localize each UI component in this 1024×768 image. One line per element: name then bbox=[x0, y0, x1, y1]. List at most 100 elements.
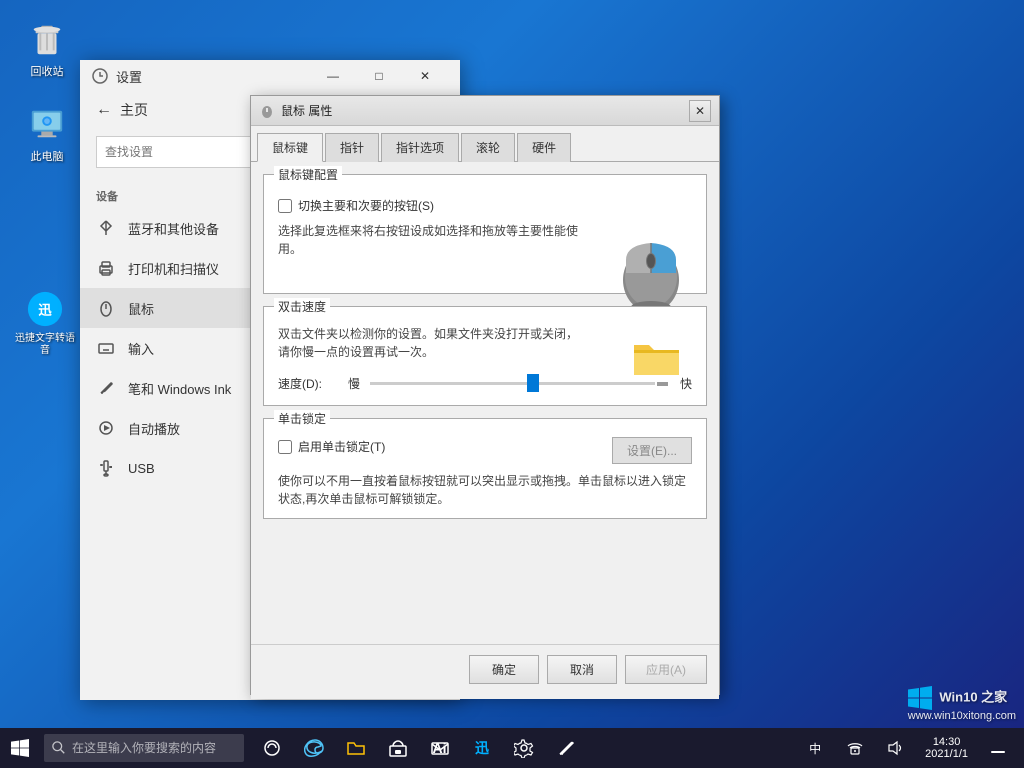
desktop: 回收站 此电脑 迅 迅捷文字转语音 bbox=[0, 0, 1024, 768]
settings-titlebar: 设置 — □ ✕ bbox=[80, 60, 460, 92]
tab-wheel[interactable]: 滚轮 bbox=[461, 133, 515, 162]
this-pc-label: 此电脑 bbox=[31, 148, 64, 164]
mouse-properties-dialog: 鼠标 属性 ✕ 鼠标键 指针 指针选项 滚轮 硬件 鼠标键配置 切换主要和次要的… bbox=[250, 95, 720, 695]
click-lock-label[interactable]: 启用单击锁定(T) bbox=[298, 438, 385, 455]
pen-task-icon bbox=[556, 738, 576, 758]
this-pc-icon bbox=[27, 104, 67, 144]
taskbar-network-icon[interactable] bbox=[837, 728, 873, 768]
tab-pointer-options[interactable]: 指针选项 bbox=[381, 133, 459, 162]
double-click-title: 双击速度 bbox=[274, 298, 330, 315]
folder-test-area[interactable] bbox=[626, 327, 686, 387]
single-click-desc: 使你可以不用一直按着鼠标按钮就可以突出显示或拖拽。单击鼠标以进入锁定状态,再次单… bbox=[278, 472, 692, 508]
single-click-content: 启用单击锁定(T) 设置(E)... 使你可以不用一直按着鼠标按钮就可以突出显示… bbox=[278, 437, 692, 508]
printer-icon bbox=[96, 258, 116, 278]
win10-watermark: Win10 之家 www.win10xitong.com bbox=[908, 686, 1016, 722]
taskbar: 迅 Ai 中 bbox=[0, 728, 1024, 768]
single-click-section: 单击锁定 启用单击锁定(T) 设置(E)... 使你可以不用一直按着鼠标按钮就可… bbox=[263, 418, 707, 519]
button-config-title: 鼠标键配置 bbox=[274, 166, 342, 183]
xunjie-icon: 迅 bbox=[25, 289, 65, 329]
taskbar-store[interactable] bbox=[378, 728, 418, 768]
network-icon bbox=[847, 740, 863, 756]
taskbar-right: 中 14:30 2021/1/1 bbox=[797, 728, 1024, 768]
nav-usb-label: USB bbox=[128, 461, 155, 476]
tab-pointers[interactable]: 指针 bbox=[325, 133, 379, 162]
dialog-title: 鼠标 属性 bbox=[281, 102, 689, 119]
slow-label: 慢 bbox=[348, 375, 360, 392]
dialog-titlebar: 鼠标 属性 ✕ bbox=[251, 96, 719, 126]
cancel-button[interactable]: 取消 bbox=[547, 655, 617, 684]
taskbar-language[interactable]: 中 bbox=[797, 728, 833, 768]
keyboard-icon bbox=[96, 338, 116, 358]
taskbar-date: 2021/1/1 bbox=[925, 748, 968, 760]
taskbar-xunjie[interactable]: 迅 bbox=[462, 728, 502, 768]
desktop-icon-this-pc[interactable]: 此电脑 bbox=[15, 100, 79, 168]
taskbar-search[interactable] bbox=[44, 734, 244, 762]
notification-icon bbox=[990, 740, 1006, 756]
task-view-icon bbox=[263, 739, 281, 757]
nav-pen-label: 笔和 Windows Ink bbox=[128, 379, 231, 398]
swap-buttons-row: 切换主要和次要的按钮(S) bbox=[278, 197, 692, 214]
usb-icon bbox=[96, 458, 116, 478]
nav-mouse-label: 鼠标 bbox=[128, 299, 154, 318]
swap-buttons-label[interactable]: 切换主要和次要的按钮(S) bbox=[298, 197, 434, 214]
button-config-desc: 选择此复选框来将右按钮设成如选择和拖放等主要性能使用。 bbox=[278, 222, 578, 258]
ok-button[interactable]: 确定 bbox=[469, 655, 539, 684]
start-button[interactable] bbox=[0, 728, 40, 768]
dialog-tabs: 鼠标键 指针 指针选项 滚轮 硬件 bbox=[251, 126, 719, 162]
settings-minimize-button[interactable]: — bbox=[310, 60, 356, 92]
speed-label: 速度(D): bbox=[278, 375, 338, 392]
pen-icon bbox=[96, 378, 116, 398]
dialog-body: 鼠标键配置 切换主要和次要的按钮(S) 选择此复选框来将右按钮设成如选择和拖放等… bbox=[251, 162, 719, 672]
double-click-desc: 双击文件夹以检测你的设置。如果文件夹没打开或关闭，请你慢一点的设置再试一次。 bbox=[278, 325, 588, 361]
desktop-icon-xunjie[interactable]: 迅 迅捷文字转语音 bbox=[10, 285, 80, 361]
xunjie-label: 迅捷文字转语音 bbox=[14, 333, 76, 357]
bluetooth-icon bbox=[96, 218, 116, 238]
explorer-icon bbox=[346, 738, 366, 758]
speed-slider[interactable] bbox=[370, 373, 670, 393]
edge-icon bbox=[304, 738, 324, 758]
settings-gear-icon bbox=[514, 738, 534, 758]
dialog-close-button[interactable]: ✕ bbox=[689, 100, 711, 122]
apply-button[interactable]: 应用(A) bbox=[625, 655, 707, 684]
dialog-footer: 确定 取消 应用(A) bbox=[251, 644, 719, 694]
click-lock-row: 启用单击锁定(T) bbox=[278, 438, 385, 455]
tab-buttons[interactable]: 鼠标键 bbox=[257, 133, 323, 162]
taskbar-settings[interactable] bbox=[504, 728, 544, 768]
autoplay-icon bbox=[96, 418, 116, 438]
mouse-icon bbox=[96, 298, 116, 318]
taskbar-volume-icon[interactable] bbox=[877, 728, 913, 768]
nav-bluetooth-label: 蓝牙和其他设备 bbox=[128, 219, 219, 238]
recycle-bin-label: 回收站 bbox=[31, 63, 64, 79]
settings-window-icon bbox=[92, 68, 108, 84]
nav-printer-label: 打印机和扫描仪 bbox=[128, 259, 219, 278]
click-lock-settings-button[interactable]: 设置(E)... bbox=[612, 437, 692, 464]
settings-home-label: 主页 bbox=[120, 100, 148, 120]
back-arrow-icon: ← bbox=[96, 101, 112, 119]
settings-close-button[interactable]: ✕ bbox=[402, 60, 448, 92]
settings-window-controls: — □ ✕ bbox=[310, 60, 448, 92]
tab-hardware[interactable]: 硬件 bbox=[517, 133, 571, 162]
taskbar-explorer[interactable] bbox=[336, 728, 376, 768]
win10-url: www.win10xitong.com bbox=[908, 710, 1016, 722]
click-lock-checkbox[interactable] bbox=[278, 440, 292, 454]
taskbar-edge[interactable] bbox=[294, 728, 334, 768]
taskbar-search-input[interactable] bbox=[72, 741, 232, 755]
store-icon bbox=[388, 738, 408, 758]
taskbar-notifications[interactable] bbox=[980, 728, 1016, 768]
desktop-icon-recycle-bin[interactable]: 回收站 bbox=[15, 15, 79, 83]
windows-logo-icon bbox=[908, 686, 932, 710]
swap-buttons-checkbox[interactable] bbox=[278, 199, 292, 213]
button-config-section: 鼠标键配置 切换主要和次要的按钮(S) 选择此复选框来将右按钮设成如选择和拖放等… bbox=[263, 174, 707, 294]
settings-maximize-button[interactable]: □ bbox=[356, 60, 402, 92]
dialog-mouse-icon bbox=[259, 103, 275, 119]
volume-icon bbox=[887, 740, 903, 756]
single-click-title: 单击锁定 bbox=[274, 410, 330, 427]
ai-text[interactable]: Ai bbox=[418, 728, 461, 768]
slider-thumb[interactable] bbox=[527, 374, 539, 392]
settings-window-title: 设置 bbox=[116, 67, 142, 86]
recycle-bin-icon bbox=[27, 19, 67, 59]
svg-text:迅: 迅 bbox=[38, 303, 52, 318]
taskbar-time[interactable]: 14:30 2021/1/1 bbox=[917, 728, 976, 768]
taskbar-pen[interactable] bbox=[546, 728, 586, 768]
taskbar-task-view[interactable] bbox=[252, 728, 292, 768]
